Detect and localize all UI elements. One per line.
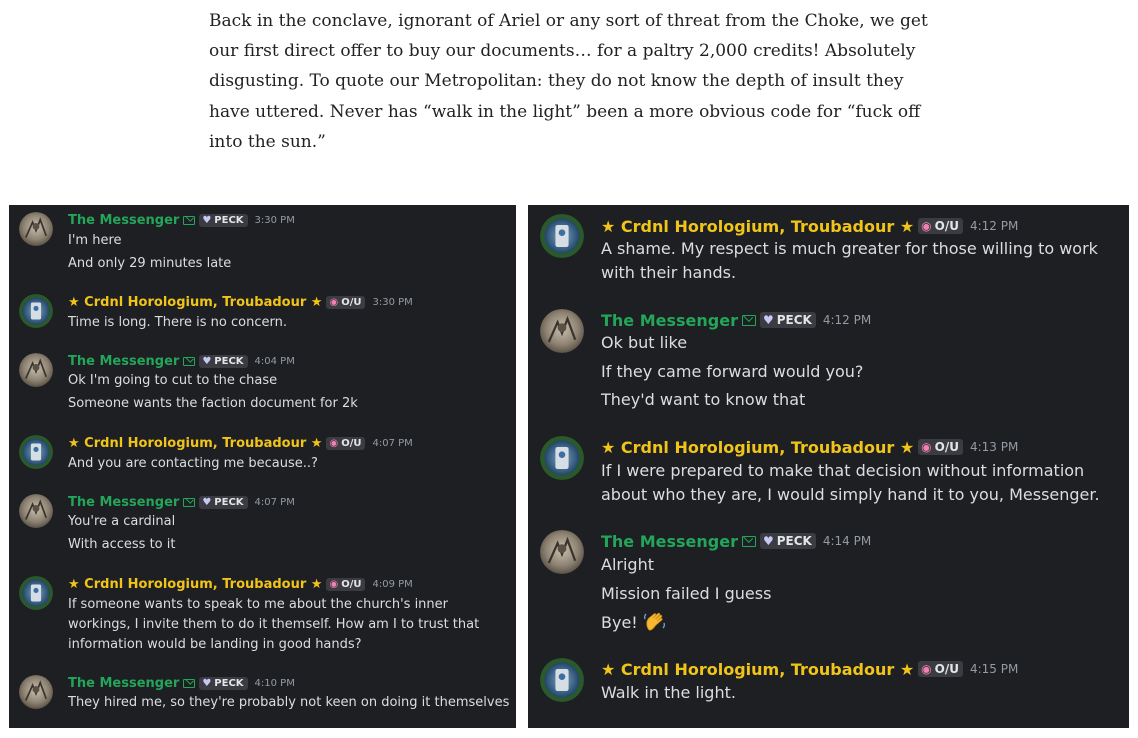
username[interactable]: ★ Crdnl Horologium, Troubadour ★: [68, 436, 322, 451]
timestamp: 4:10 PM: [254, 677, 295, 689]
username[interactable]: The Messenger: [601, 532, 738, 551]
username[interactable]: The Messenger: [68, 354, 179, 369]
message-text: I'm here: [68, 233, 122, 248]
guild-tag[interactable]: ♥ PECK: [759, 312, 816, 328]
username[interactable]: ★ Crdnl Horologium, Troubadour ★: [68, 295, 322, 310]
timestamp: 4:14 PM: [822, 534, 872, 548]
guild-tag[interactable]: ◉ O/U: [918, 661, 963, 677]
chat-panel-left: The Messenger ♥ PECK 3:30 PM I'm here And…: [9, 205, 516, 728]
message-text: Bye!: [601, 613, 638, 632]
avatar[interactable]: [540, 436, 584, 480]
avatar[interactable]: [19, 212, 53, 246]
avatar[interactable]: [19, 576, 53, 610]
username[interactable]: The Messenger: [68, 676, 179, 691]
waving-hand-icon: [643, 612, 665, 631]
envelope-icon: [183, 356, 196, 366]
envelope-icon: [183, 497, 196, 507]
username[interactable]: The Messenger: [601, 311, 738, 330]
heart-icon: ♥: [202, 677, 212, 689]
message-text: Time is long. There is no concern.: [68, 315, 287, 330]
timestamp: 3:30 PM: [372, 296, 413, 308]
guild-tag[interactable]: ♥ PECK: [199, 213, 248, 227]
message-text: If they came forward would you?: [601, 362, 864, 381]
guild-tag[interactable]: ◉ O/U: [326, 577, 366, 591]
message-text: And only 29 minutes late: [68, 256, 232, 271]
guild-tag[interactable]: ◉ O/U: [326, 295, 366, 309]
avatar[interactable]: [540, 214, 584, 258]
timestamp: 4:12 PM: [969, 219, 1019, 233]
timestamp: 4:07 PM: [254, 496, 295, 508]
heart-icon: ♥: [202, 496, 212, 508]
envelope-icon: [183, 678, 196, 688]
username[interactable]: ★ Crdnl Horologium, Troubadour ★: [601, 438, 914, 457]
username[interactable]: ★ Crdnl Horologium, Troubadour ★: [601, 217, 914, 236]
skull-icon: ◉: [329, 578, 339, 590]
timestamp: 4:13 PM: [969, 440, 1019, 454]
envelope-icon: [741, 535, 756, 547]
timestamp: 3:30 PM: [254, 214, 295, 226]
chat-panel-right: ★ Crdnl Horologium, Troubadour ★ ◉ O/U 4:…: [528, 205, 1129, 728]
timestamp: 4:12 PM: [822, 313, 872, 327]
avatar[interactable]: [540, 309, 584, 353]
message-text: A shame. My respect is much greater for …: [601, 239, 1098, 282]
avatar[interactable]: [19, 294, 53, 328]
timestamp: 4:07 PM: [372, 437, 413, 449]
message-text: Alright: [601, 555, 654, 574]
envelope-icon: [741, 314, 756, 326]
guild-tag[interactable]: ◉ O/U: [918, 439, 963, 455]
envelope-icon: [183, 215, 196, 225]
heart-icon: ♥: [762, 534, 774, 548]
guild-tag[interactable]: ♥ PECK: [759, 533, 816, 549]
message-text: If I were prepared to make that decision…: [601, 461, 1100, 504]
username[interactable]: The Messenger: [68, 213, 179, 228]
skull-icon: ◉: [921, 219, 932, 233]
heart-icon: ♥: [202, 214, 212, 226]
message-text: Mission failed I guess: [601, 584, 772, 603]
message-text: Ok but like: [601, 333, 688, 352]
message-text: With access to it: [68, 537, 176, 552]
avatar[interactable]: [19, 435, 53, 469]
guild-tag[interactable]: ◉ O/U: [326, 436, 366, 450]
avatar[interactable]: [540, 530, 584, 574]
message-text: If someone wants to speak to me about th…: [68, 597, 480, 652]
username[interactable]: The Messenger: [68, 495, 179, 510]
message-text: You're a cardinal: [68, 514, 176, 529]
skull-icon: ◉: [329, 437, 339, 449]
article-paragraph: Back in the conclave, ignorant of Ariel …: [209, 11, 928, 152]
avatar[interactable]: [540, 658, 584, 702]
message-text: They'd want to know that: [601, 390, 806, 409]
heart-icon: ♥: [762, 313, 774, 327]
message-text: Walk in the light.: [601, 683, 736, 702]
heart-icon: ♥: [202, 355, 212, 367]
username[interactable]: ★ Crdnl Horologium, Troubadour ★: [601, 660, 914, 679]
avatar[interactable]: [19, 494, 53, 528]
message-text: And you are contacting me because..?: [68, 456, 318, 471]
guild-tag[interactable]: ◉ O/U: [918, 218, 963, 234]
timestamp: 4:09 PM: [372, 578, 413, 590]
skull-icon: ◉: [329, 296, 339, 308]
timestamp: 4:15 PM: [969, 662, 1019, 676]
skull-icon: ◉: [921, 440, 932, 454]
message-text: Ok I'm going to cut to the chase: [68, 373, 278, 388]
avatar[interactable]: [19, 675, 53, 709]
skull-icon: ◉: [921, 662, 932, 676]
timestamp: 4:04 PM: [254, 355, 295, 367]
message-text: They hired me, so they're probably not k…: [68, 695, 510, 710]
message-text: Someone wants the faction document for 2…: [68, 396, 358, 411]
guild-tag[interactable]: ♥ PECK: [199, 354, 248, 368]
avatar[interactable]: [19, 353, 53, 387]
message-text-row: Bye!: [601, 610, 667, 635]
guild-tag[interactable]: ♥ PECK: [199, 676, 248, 690]
username[interactable]: ★ Crdnl Horologium, Troubadour ★: [68, 577, 322, 592]
guild-tag[interactable]: ♥ PECK: [199, 495, 248, 509]
